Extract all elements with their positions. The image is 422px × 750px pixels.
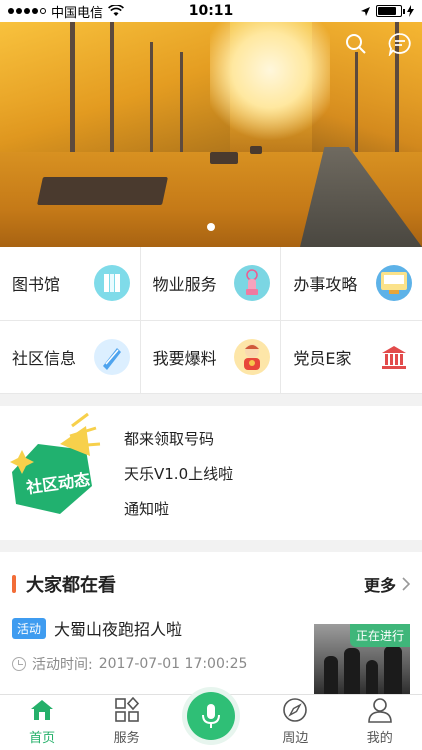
banner-carousel[interactable]	[0, 22, 422, 247]
activity-tag: 活动	[12, 617, 47, 639]
signal-strength-icon	[8, 8, 46, 14]
tab-label: 服务	[113, 731, 140, 746]
section-accent-bar	[12, 575, 16, 593]
activity-title: 大蜀山夜跑招人啦	[54, 620, 183, 639]
wifi-icon	[108, 5, 124, 16]
popular-section: 大家都在看 更多 活动 大蜀山夜跑招人啦 活动时间: 2017-07-01 17…	[0, 552, 422, 698]
battery-icon	[376, 5, 405, 17]
service-label: 我要爆料	[152, 348, 217, 368]
tab-bar: 首页 服务 周边 我的	[0, 692, 422, 750]
services-grid: 图书馆 物业服务 办事攻略 社区信息 我要爆料 党员E家	[0, 247, 422, 394]
search-icon[interactable]	[344, 32, 368, 56]
message-icon[interactable]	[388, 32, 412, 56]
home-icon	[28, 696, 56, 724]
service-label: 社区信息	[12, 348, 77, 368]
chevron-right-icon	[402, 577, 410, 591]
carrier-name: 中国电信	[51, 5, 104, 21]
service-property[interactable]: 物业服务	[140, 247, 282, 321]
carousel-indicator[interactable]	[207, 223, 215, 231]
tab-nearby[interactable]: 周边	[260, 696, 330, 746]
guide-icon	[376, 265, 412, 302]
clock-time: 10:11	[188, 3, 234, 19]
activity-time-value: 2017-07-01 17:00:25	[98, 656, 248, 672]
service-report[interactable]: 我要爆料	[140, 320, 282, 394]
tab-label: 首页	[29, 731, 56, 746]
compass-icon	[281, 696, 309, 724]
service-label: 办事攻略	[293, 275, 358, 295]
tab-label: 周边	[282, 731, 309, 746]
tab-home[interactable]: 首页	[7, 696, 77, 746]
report-icon	[234, 338, 271, 375]
more-label: 更多	[363, 576, 396, 595]
activity-thumbnail[interactable]: 正在进行	[314, 624, 410, 696]
section-title: 大家都在看	[26, 575, 116, 596]
service-label: 党员E家	[293, 348, 352, 368]
tab-label: 我的	[366, 731, 393, 746]
property-service-icon	[234, 265, 271, 302]
activity-status-badge: 正在进行	[349, 624, 410, 647]
tab-services[interactable]: 服务	[92, 696, 162, 746]
news-item[interactable]: 天乐V1.0上线啦	[124, 463, 233, 484]
voice-button[interactable]	[187, 692, 235, 740]
more-button[interactable]: 更多	[364, 572, 410, 596]
news-item[interactable]: 都来领取号码	[124, 428, 233, 449]
community-news-panel[interactable]: 社区动态 都来领取号码 天乐V1.0上线啦 通知啦	[0, 406, 422, 540]
party-home-icon	[376, 338, 412, 375]
status-bar: 中国电信 10:11	[0, 0, 422, 22]
activity-time-label: 活动时间:	[32, 657, 93, 673]
service-guide[interactable]: 办事攻略	[281, 247, 422, 321]
services-icon	[113, 696, 141, 724]
service-label: 图书馆	[12, 275, 61, 295]
service-community-info[interactable]: 社区信息	[0, 320, 141, 394]
bench-decoration	[37, 177, 168, 205]
community-news-badge: 社区动态	[0, 406, 110, 540]
service-library[interactable]: 图书馆	[0, 247, 141, 321]
clock-icon	[12, 657, 26, 671]
news-item[interactable]: 通知啦	[124, 498, 233, 519]
service-party-home[interactable]: 党员E家	[281, 321, 422, 394]
service-label: 物业服务	[152, 275, 217, 295]
community-info-icon	[93, 338, 130, 375]
tab-profile[interactable]: 我的	[345, 696, 415, 746]
charging-icon	[407, 5, 414, 17]
library-icon	[93, 265, 130, 302]
microphone-icon	[202, 704, 220, 728]
profile-icon	[366, 696, 394, 724]
location-arrow-icon	[361, 6, 370, 16]
